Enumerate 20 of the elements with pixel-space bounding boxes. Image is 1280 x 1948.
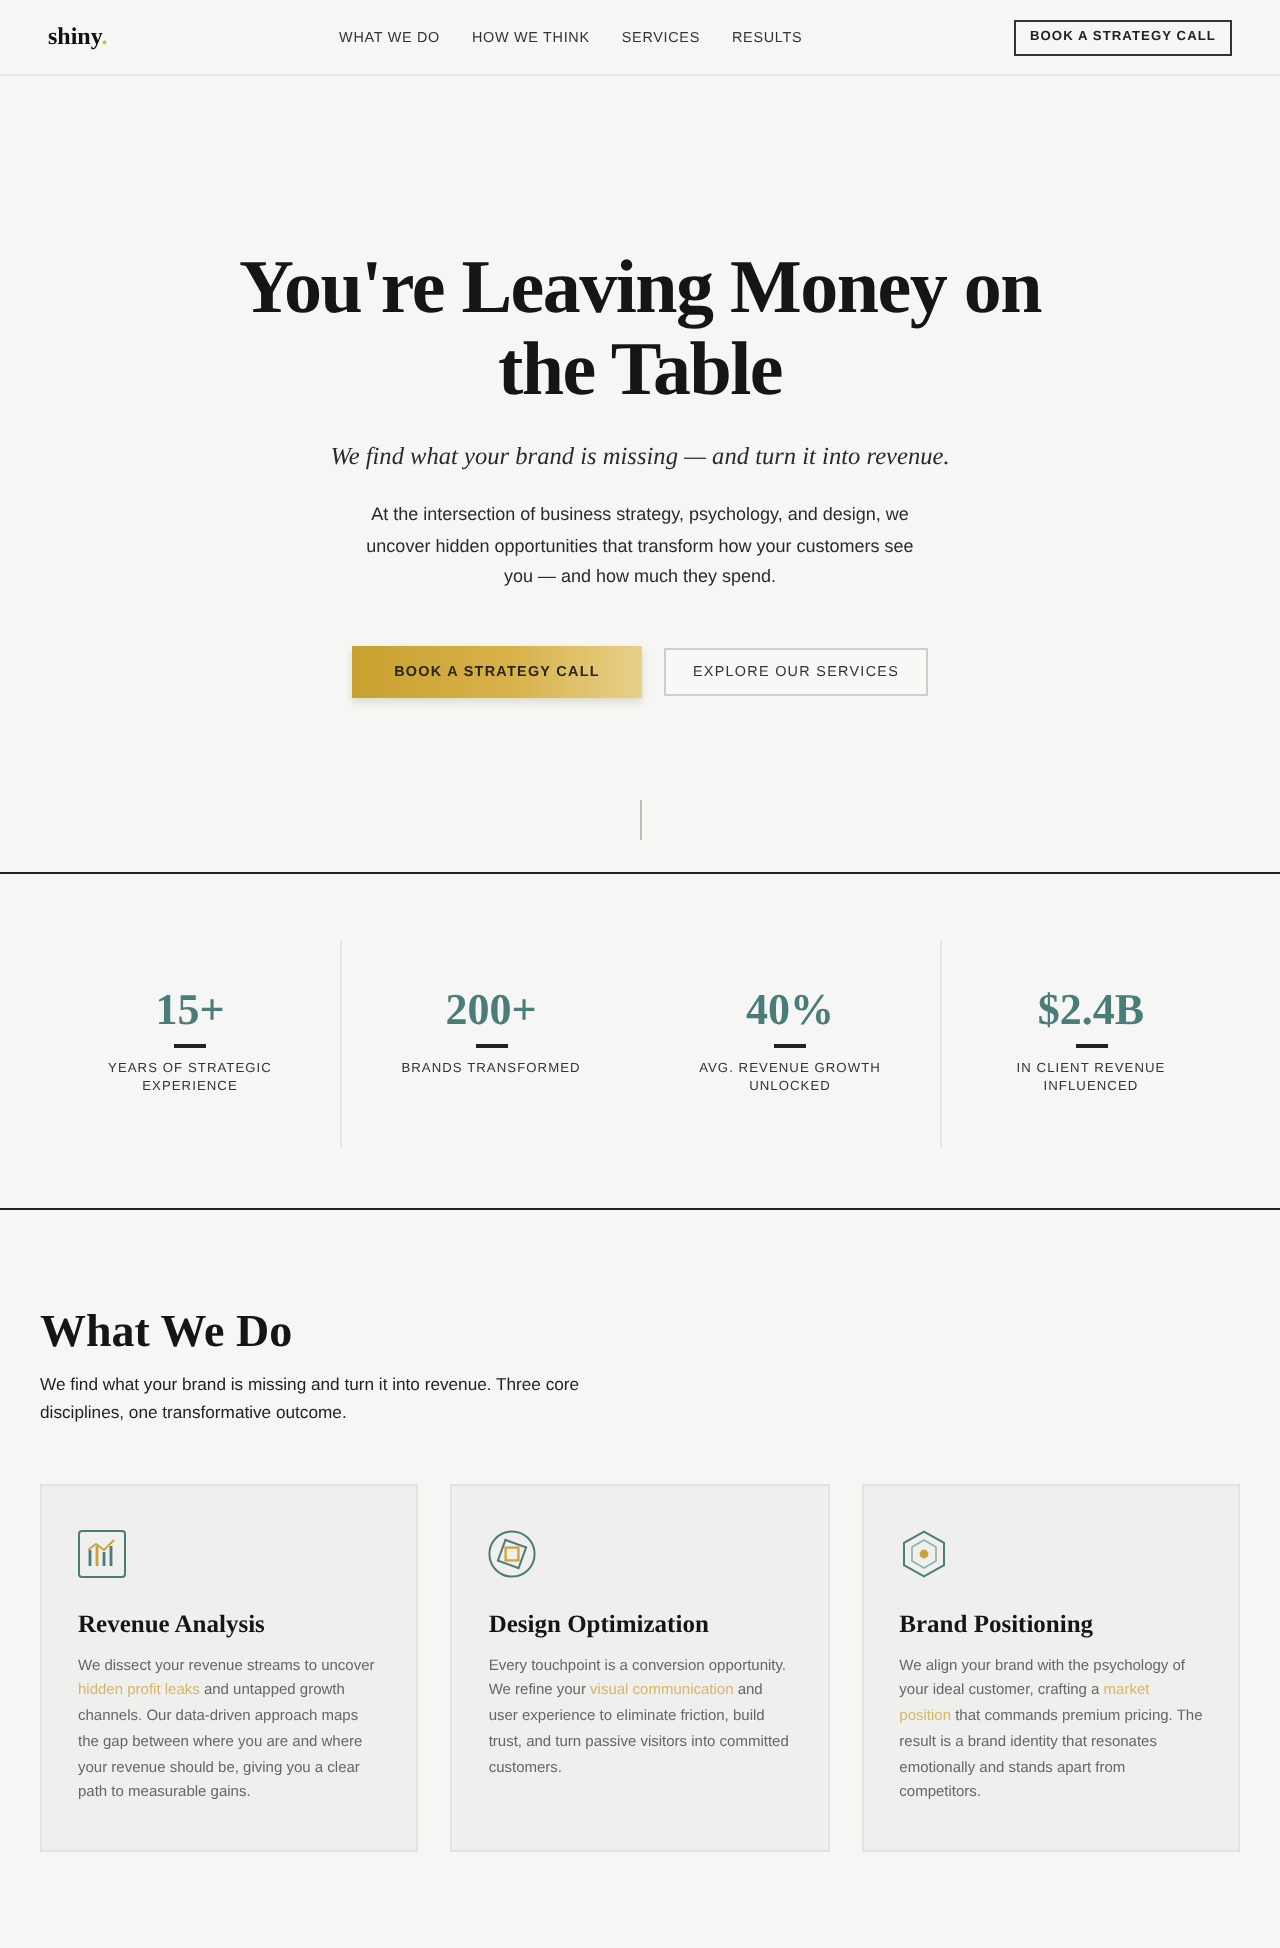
card-title: Brand Positioning [899,1607,1096,1639]
stat-value: $2.4B [1037,983,1145,1035]
stat-underline [774,1043,806,1047]
stat-underline [1075,1043,1107,1047]
logo[interactable]: shiny. [48,22,108,52]
squares-in-circle-icon [488,1529,537,1577]
section-intro: We find what your brand is missing and turn it into revenue. Three core disciplines, one transformative outcome. [40,1371,582,1425]
hero-subtitle: We find what your brand is missing — and turn it into revenue. [330,440,950,474]
hero-title: You're Leaving Money on the Table [237,248,1044,412]
hero-description: At the intersection of business strategy, psychology, and design, we uncover hidden opportunities that transform how your customers see you — and how much they spend. [364,502,916,590]
bar-chart-icon [78,1529,126,1577]
card-title: Revenue Analysis [78,1607,267,1639]
stat-value: 200+ [445,983,537,1035]
stat-underline [475,1043,507,1047]
stat-underline [174,1043,206,1047]
stat-value: 40% [746,983,834,1035]
scroll-indicator [639,799,641,839]
section-title: What We Do [40,1303,295,1359]
stat-value: 15+ [155,983,225,1035]
card-title: Design Optimization [488,1607,711,1639]
